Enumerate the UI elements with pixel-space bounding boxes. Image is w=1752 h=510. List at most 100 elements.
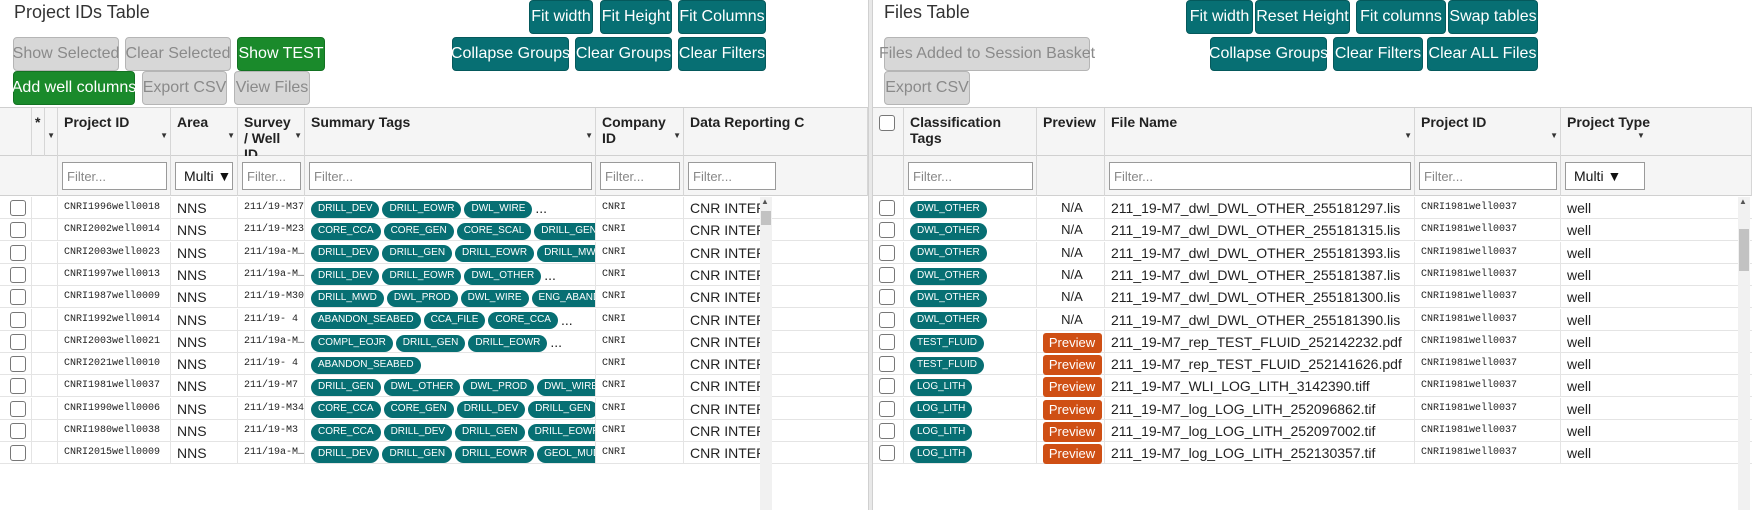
summary-tag[interactable]: DRILL_GEN: [311, 379, 381, 397]
row-checkbox[interactable]: [10, 400, 26, 417]
area-column-header[interactable]: Area ▼: [171, 108, 238, 156]
summary-tag[interactable]: DRILL_GEN: [455, 423, 525, 441]
table-row[interactable]: CNRI2021well0010 NNS 211/19- 4 ABANDON_SEAB…: [0, 353, 868, 376]
summary-tag[interactable]: DWL_WIRE: [464, 200, 533, 218]
table-row[interactable]: DWL_OTHER N/A 211_19-M7_dwl_DWL_OTHER_2551…: [873, 286, 1752, 309]
summary-tag[interactable]: ABANDON_SEABED: [311, 312, 421, 330]
summary-tag[interactable]: COMPL_EOJR: [311, 334, 393, 352]
file-name-column-header[interactable]: File Name ▼: [1105, 108, 1415, 156]
fit-height-button[interactable]: Fit Height: [600, 0, 672, 34]
scrollbar-thumb[interactable]: [1739, 229, 1749, 271]
row-checkbox[interactable]: [879, 222, 895, 239]
project-type-multi-filter[interactable]: Multi ▼: [1565, 162, 1645, 190]
summary-tag[interactable]: DRILL_DEV: [456, 401, 526, 419]
row-checkbox[interactable]: [10, 423, 26, 439]
row-checkbox[interactable]: [10, 311, 26, 328]
table-row[interactable]: DWL_OTHER N/A 211_19-M7_dwl_DWL_OTHER_2551…: [873, 219, 1752, 242]
export-csv-button[interactable]: Export CSV: [142, 71, 227, 105]
row-checkbox[interactable]: [10, 200, 26, 216]
table-row[interactable]: CNRI1992well0014 NNS 211/19- 4 ABANDON_SEAB…: [0, 308, 868, 331]
view-files-button[interactable]: View Files: [234, 71, 310, 105]
classification-tags-column-header[interactable]: Classification Tags: [904, 108, 1037, 156]
files-scrollbar[interactable]: ▲: [1738, 197, 1750, 510]
summary-tag[interactable]: DRILL_MWD: [537, 245, 595, 263]
survey-filter-input[interactable]: Filter...: [242, 162, 301, 190]
summary-tag[interactable]: DWL_PROD: [463, 379, 535, 397]
table-row[interactable]: CNRI1981well0037 NNS 211/19-M7 DRILL_GEN DWL…: [0, 375, 868, 398]
summary-tag[interactable]: CORE_CCA: [311, 423, 381, 441]
clear-all-files-button[interactable]: Clear ALL Files: [1427, 37, 1538, 71]
files-fit-width-button[interactable]: Fit width: [1186, 0, 1253, 34]
row-checkbox[interactable]: [879, 378, 895, 395]
data-reporting-column-header[interactable]: Data Reporting C: [684, 108, 868, 156]
company-id-column-header[interactable]: Company ID ▼: [596, 108, 684, 156]
table-row[interactable]: DWL_OTHER N/A 211_19-M7_dwl_DWL_OTHER_2551…: [873, 263, 1752, 286]
summary-tag[interactable]: DWL_WIRE: [537, 379, 595, 397]
table-row[interactable]: LOG_LITH Preview 211_19-M7_log_LOG_LITH_25…: [873, 397, 1752, 420]
clear-filters-button[interactable]: Clear Filters: [678, 37, 766, 71]
add-well-columns-button[interactable]: Add well columns: [12, 71, 136, 105]
summary-tag[interactable]: DRILL_MWD: [311, 289, 384, 307]
scroll-up-icon[interactable]: ▲: [1739, 197, 1747, 206]
row-checkbox[interactable]: [10, 289, 26, 306]
summary-tag[interactable]: DRILL_EOWR: [527, 423, 595, 441]
summary-tag[interactable]: CORE_GEN: [383, 401, 454, 419]
summary-tag[interactable]: DWL_WIRE: [460, 289, 529, 307]
fit-columns-button[interactable]: Fit Columns: [678, 0, 766, 34]
row-checkbox[interactable]: [10, 266, 26, 283]
files-fit-columns-button[interactable]: Fit columns: [1356, 0, 1446, 34]
summary-tag[interactable]: DRILL_EOWR: [382, 200, 462, 218]
summary-tag[interactable]: DRILL_EOWR: [455, 446, 535, 464]
summary-tag[interactable]: DRILL_EOWR: [455, 245, 535, 263]
summary-tag[interactable]: DRILL_GEN: [528, 401, 595, 419]
fit-width-button[interactable]: Fit width: [529, 0, 593, 34]
select-all-checkbox[interactable]: [879, 115, 895, 131]
data-reporting-filter-input[interactable]: Filter...: [688, 162, 776, 190]
table-row[interactable]: CNRI1980well0038 NNS 211/19-M3 CORE_CCA DRIL…: [0, 420, 868, 442]
summary-tag[interactable]: DWL_OTHER: [464, 267, 542, 285]
project-type-column-header[interactable]: Project Type ▼: [1561, 108, 1752, 156]
preview-button[interactable]: Preview: [1042, 444, 1102, 465]
table-row[interactable]: CNRI1997well0013 NNS 211/19a-M… DRILL_DEV DR…: [0, 263, 868, 286]
summary-tag[interactable]: DWL_PROD: [386, 289, 458, 307]
summary-tag[interactable]: DRILL_DEV: [383, 423, 453, 441]
company-id-filter-input[interactable]: Filter...: [600, 162, 680, 190]
table-row[interactable]: CNRI1996well0018 NNS 211/19-M37 DRILL_DEV DR…: [0, 197, 868, 219]
area-multi-filter[interactable]: Multi ▼: [175, 162, 233, 190]
row-checkbox[interactable]: [879, 356, 895, 373]
summary-tag[interactable]: CORE_GEN: [383, 223, 454, 241]
table-row[interactable]: DWL_OTHER N/A 211_19-M7_dwl_DWL_OTHER_2551…: [873, 308, 1752, 331]
row-checkbox[interactable]: [879, 400, 895, 417]
files-added-basket-button[interactable]: Files Added to Session Basket: [879, 37, 1095, 71]
clear-groups-button[interactable]: Clear Groups: [575, 37, 672, 71]
table-row[interactable]: CNRI2003well0021 NNS 211/19a-M… COMPL_EOJR D…: [0, 330, 868, 353]
preview-button[interactable]: Preview: [1042, 332, 1102, 353]
summary-tag[interactable]: CORE_CCA: [311, 223, 381, 241]
files-collapse-groups-button[interactable]: Collapse Groups: [1209, 37, 1328, 71]
clear-selected-button[interactable]: Clear Selected: [125, 37, 231, 71]
project-id-column-header[interactable]: Project ID ▼: [58, 108, 171, 156]
row-checkbox[interactable]: [879, 333, 895, 350]
summary-tag[interactable]: DWL_OTHER: [383, 379, 461, 397]
table-row[interactable]: TEST_FLUID Preview 211_19-M7_rep_TEST_FLUI…: [873, 330, 1752, 353]
collapse-groups-button[interactable]: Collapse Groups: [451, 37, 570, 71]
table-row[interactable]: CNRI2002well0014 NNS 211/19-M23 CORE_CCA COR…: [0, 219, 868, 242]
survey-column-header[interactable]: Survey / Well ID ▼: [238, 108, 305, 156]
classification-filter-input[interactable]: Filter...: [908, 162, 1033, 190]
summary-tag[interactable]: CORE_CCA: [311, 401, 381, 419]
table-row[interactable]: DWL_OTHER N/A 211_19-M7_dwl_DWL_OTHER_2551…: [873, 197, 1752, 219]
files-export-csv-button[interactable]: Export CSV: [884, 71, 970, 105]
row-checkbox[interactable]: [10, 356, 26, 373]
row-checkbox[interactable]: [10, 244, 26, 261]
show-test-button[interactable]: Show TEST: [237, 37, 325, 71]
row-checkbox[interactable]: [879, 244, 895, 261]
row-checkbox[interactable]: [879, 266, 895, 283]
project-ids-scrollbar[interactable]: ▲: [760, 197, 772, 510]
row-checkbox[interactable]: [879, 289, 895, 306]
summary-tag[interactable]: DRILL_GEN: [534, 223, 595, 241]
summary-tag[interactable]: DRILL_DEV: [311, 267, 380, 285]
table-row[interactable]: CNRI2003well0023 NNS 211/19a-M… DRILL_DEV DR…: [0, 241, 868, 264]
files-project-id-filter-input[interactable]: Filter...: [1419, 162, 1557, 190]
summary-tag[interactable]: DRILL_EOWR: [382, 267, 462, 285]
show-selected-button[interactable]: Show Selected: [13, 37, 119, 71]
